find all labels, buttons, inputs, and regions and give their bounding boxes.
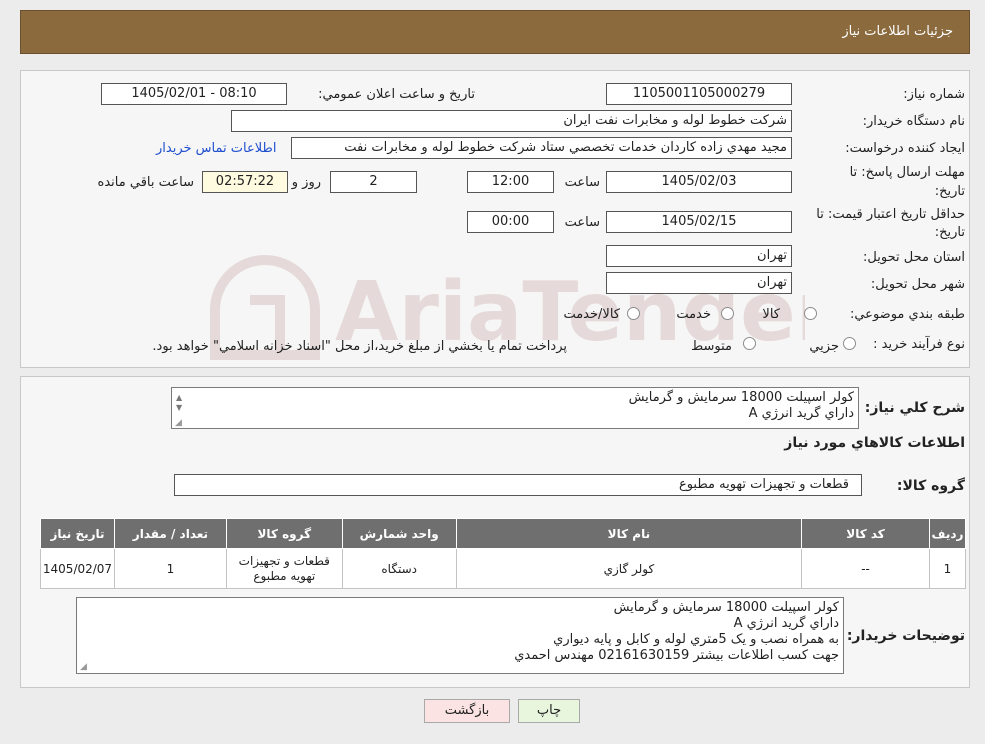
deadline-date-field: 1405/02/03 xyxy=(606,171,792,193)
print-button[interactable]: چاپ xyxy=(518,699,580,723)
buyer-contact-link[interactable]: اطلاعات تماس خريدار xyxy=(156,141,276,156)
cell-date: 1405/02/07 xyxy=(40,548,115,589)
page-title: جزئيات اطلاعات نياز xyxy=(842,24,953,39)
cell-unit: دستگاه xyxy=(341,548,457,589)
table-row: 1405/02/07 1 قطعات و تجهيزات تهويه مطبوع… xyxy=(40,548,967,589)
cell-row: 1 xyxy=(928,548,967,589)
page-header: جزئيات اطلاعات نياز xyxy=(20,10,970,54)
remaining-label: ساعت باقي مانده xyxy=(97,175,194,190)
notes-line-4: جهت كسب اطلاعات بيشتر 02161630159 مهندس … xyxy=(514,648,839,663)
summary-line-2: داراي گريد انرژي A xyxy=(748,406,854,421)
delivery-city-label: شهر محل تحويل: xyxy=(870,277,965,292)
col-quantity: تعداد / مقدار xyxy=(113,518,227,549)
remaining-time-field: 02:57:22 xyxy=(202,171,288,193)
buyer-org-field: شركت خطوط لوله و مخابرات نفت ايران xyxy=(231,110,792,132)
scroll-down-icon[interactable]: ▼ xyxy=(176,400,182,416)
goods-group-field: قطعات و تجهيزات تهويه مطبوع xyxy=(174,474,862,496)
buyer-org-label: نام دستگاه خريدار: xyxy=(862,114,965,129)
table-header-row: تاريخ نياز تعداد / مقدار گروه كالا واحد … xyxy=(40,518,967,549)
need-number-label: شماره نياز: xyxy=(903,87,965,102)
category-goods-service-label: كالا/خدمت xyxy=(563,307,620,322)
notes-line-2: داراي گريد انرژي A xyxy=(733,616,839,631)
goods-table: تاريخ نياز تعداد / مقدار گروه كالا واحد … xyxy=(40,518,967,589)
notes-line-1: كولر اسپيلت 18000 سرمايش و گرمايش xyxy=(613,600,839,615)
process-medium-label: متوسط xyxy=(691,339,732,354)
buyer-notes-label: توضيحات خريدار: xyxy=(846,628,965,644)
category-goods-label: كالا xyxy=(762,307,780,322)
resize-grip-icon[interactable]: ◢ xyxy=(175,415,182,428)
process-type-label: نوع فرآيند خريد : xyxy=(873,337,965,352)
treasury-payment-note: پرداخت تمام يا بخشي از مبلغ خريد،از محل … xyxy=(152,339,567,354)
goods-info-title: اطلاعات كالاهاي مورد نياز xyxy=(784,435,965,451)
delivery-city-field: تهران xyxy=(606,272,792,294)
price-validity-label: حداقل تاريخ اعتبار قيمت: تا xyxy=(816,207,965,222)
resize-grip-icon[interactable]: ◢ xyxy=(80,659,87,673)
announce-datetime-label: تاريخ و ساعت اعلان عمومي: xyxy=(318,87,475,102)
col-code: كد كالا xyxy=(801,518,930,549)
cell-code: -- xyxy=(801,548,930,589)
col-name: نام كالا xyxy=(455,518,803,549)
col-date: تاريخ نياز xyxy=(40,518,115,549)
price-validity-time-field: 00:00 xyxy=(467,211,554,233)
process-small-radio[interactable] xyxy=(843,337,856,350)
deadline-label: مهلت ارسال پاسخ: تا xyxy=(849,165,965,180)
cell-quantity: 1 xyxy=(113,548,227,589)
deadline-time-label: ساعت xyxy=(564,175,600,190)
deadline-label-date: تاريخ: xyxy=(934,184,965,199)
delivery-province-label: استان محل تحويل: xyxy=(863,250,965,265)
price-validity-label-date: تاريخ: xyxy=(934,225,965,240)
category-service-label: خدمت xyxy=(676,307,711,322)
col-group: گروه كالا xyxy=(225,518,343,549)
cell-name: كولر گازي xyxy=(455,548,803,589)
buyer-notes-textarea[interactable]: كولر اسپيلت 18000 سرمايش و گرمايش داراي … xyxy=(76,597,844,674)
back-button[interactable]: بازگشت xyxy=(424,699,510,723)
col-row: رديف xyxy=(928,518,967,549)
summary-textarea[interactable]: كولر اسپيلت 18000 سرمايش و گرمايش داراي … xyxy=(171,387,859,429)
goods-group-label: گروه كالا: xyxy=(896,478,965,494)
category-service-radio[interactable] xyxy=(721,307,734,320)
price-validity-date-field: 1405/02/15 xyxy=(606,211,792,233)
deadline-time-field: 12:00 xyxy=(467,171,554,193)
delivery-province-field: تهران xyxy=(606,245,792,267)
process-medium-radio[interactable] xyxy=(743,337,756,350)
cell-group: قطعات و تجهيزات تهويه مطبوع xyxy=(225,548,343,589)
summary-label: شرح كلي نياز: xyxy=(864,400,965,416)
col-unit: واحد شمارش xyxy=(341,518,457,549)
creator-label: ايجاد كننده درخواست: xyxy=(845,141,965,156)
announce-datetime-field: 1405/02/01 - 08:10 xyxy=(101,83,287,105)
notes-line-3: به همراه نصب و يک 5متري لوله و كابل و پا… xyxy=(553,632,839,647)
category-goods-radio[interactable] xyxy=(804,307,817,320)
creator-field: مجيد مهدي زاده كاردان خدمات تخصصي ستاد ش… xyxy=(291,137,792,159)
category-goods-service-radio[interactable] xyxy=(627,307,640,320)
summary-line-1: كولر اسپيلت 18000 سرمايش و گرمايش xyxy=(628,390,854,405)
validity-time-label: ساعت xyxy=(564,215,600,230)
days-label: روز و xyxy=(291,175,321,190)
category-label: طبقه بندي موضوعي: xyxy=(849,307,965,322)
need-number-field: 1105001105000279 xyxy=(606,83,792,105)
process-small-label: جزيي xyxy=(809,339,839,354)
remaining-days-field: 2 xyxy=(330,171,417,193)
